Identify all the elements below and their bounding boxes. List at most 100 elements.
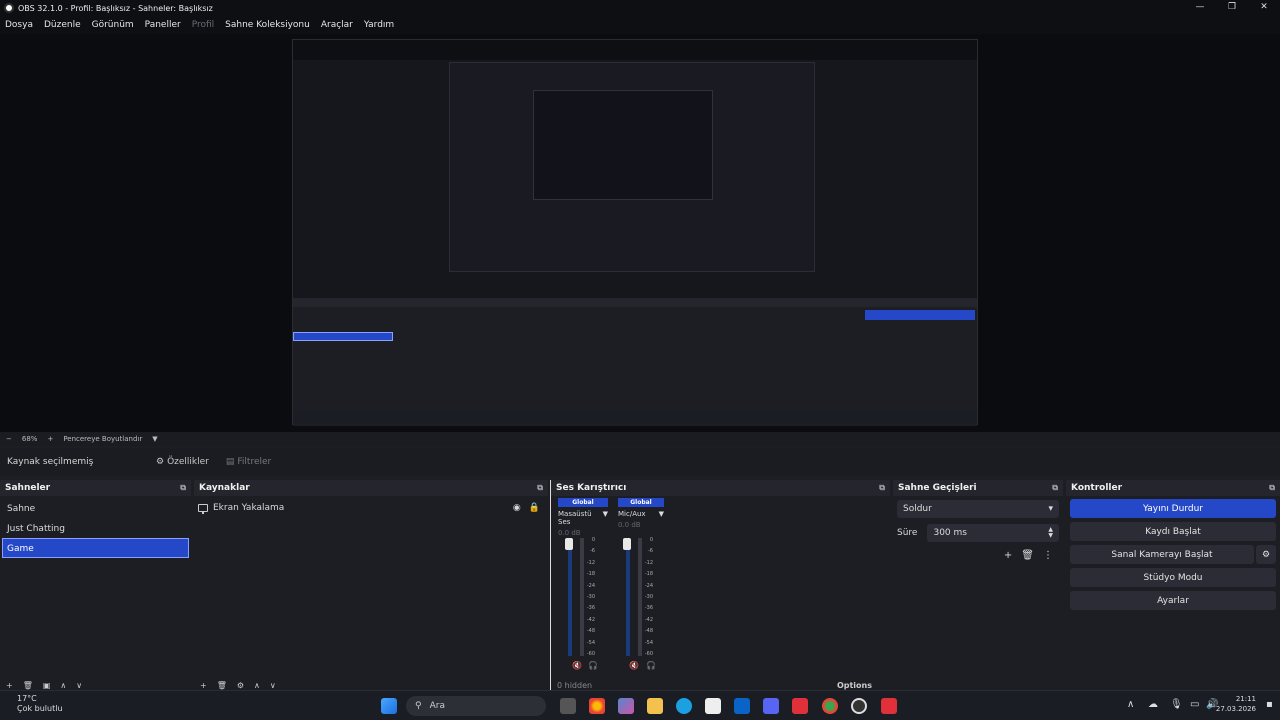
minimize-icon[interactable]: — [1184, 0, 1216, 16]
scene-item[interactable]: Just Chatting [2, 518, 189, 538]
duration-input[interactable]: 300 ms ▲ ▼ [927, 524, 1059, 542]
network-icon[interactable]: ☁ [1148, 699, 1158, 710]
properties-button[interactable]: ⚙ Özellikler [149, 452, 216, 472]
undock-icon[interactable]: ⧉ [879, 483, 885, 493]
menu-docks[interactable]: Paneller [145, 20, 181, 30]
undock-icon[interactable]: ⧉ [537, 483, 543, 493]
app-icon[interactable] [881, 698, 897, 714]
transition-select[interactable]: Soldur ▾ [897, 500, 1059, 518]
move-up-icon[interactable]: ∧ [254, 681, 260, 690]
scene-item-selected[interactable]: Game [2, 538, 189, 558]
start-virtual-camera-button[interactable]: Sanal Kamerayı Başlat [1070, 545, 1254, 564]
stop-streaming-button[interactable]: Yayını Durdur [1070, 499, 1276, 518]
undock-icon[interactable]: ⧉ [1052, 483, 1058, 493]
add-icon[interactable]: + [6, 681, 13, 690]
copilot-icon[interactable] [618, 698, 634, 714]
volume-slider[interactable] [565, 538, 573, 550]
notification-icon[interactable]: ▪ [1266, 699, 1273, 710]
menu-file[interactable]: Dosya [5, 20, 33, 30]
task-view-icon[interactable] [560, 698, 576, 714]
move-up-icon[interactable]: ∧ [60, 681, 66, 690]
filter-icon[interactable]: ▣ [43, 681, 51, 690]
display-icon[interactable]: ▭ [1190, 699, 1199, 710]
menu-bar: Dosya Düzenle Görünüm Paneller Profil Sa… [0, 16, 1280, 34]
headphones-icon[interactable]: 🎧 [588, 661, 598, 670]
folder-icon[interactable] [647, 698, 663, 714]
menu-help[interactable]: Yardım [364, 20, 394, 30]
add-icon[interactable]: + [1004, 550, 1012, 561]
sources-header: Kaynaklar ⧉ [194, 480, 548, 496]
start-recording-button[interactable]: Kaydı Başlat [1070, 522, 1276, 541]
audio-mixer-dock: Ses Karıştırıcı ⧉ Global Masaüstü Ses ▼ 0… [550, 480, 890, 690]
trash-icon[interactable]: 🗑 [217, 681, 227, 690]
gear-icon[interactable]: ⚙ [237, 681, 244, 690]
obs-logo-icon [4, 3, 14, 13]
chevron-down-icon[interactable]: ▼ [152, 435, 157, 443]
chevron-down-icon[interactable]: ▼ [603, 510, 608, 526]
filters-button[interactable]: ▤ Filtreler [219, 452, 278, 472]
trash-icon[interactable]: 🗑 [1021, 550, 1034, 561]
settings-button[interactable]: Ayarlar [1070, 591, 1276, 610]
zoom-in-button[interactable]: + [47, 435, 53, 443]
headphones-icon[interactable]: 🎧 [646, 661, 656, 670]
lock-icon[interactable]: 🔒 [529, 503, 540, 513]
chevron-down-icon[interactable]: ▼ [659, 510, 664, 518]
undock-icon[interactable]: ⧉ [1269, 483, 1275, 493]
controls-dock: Kontroller ⧉ Yayını Durdur Kaydı Başlat … [1066, 480, 1280, 690]
hidden-count: 0 hidden [557, 680, 593, 690]
microphone-icon[interactable]: 🎙 [1170, 699, 1183, 710]
volume-meter [568, 538, 572, 656]
volume-db: 0.0 dB [558, 529, 581, 537]
chevron-down-icon: ▾ [1048, 504, 1053, 514]
context-bar: Kaynak seçilmemiş ⚙ Özellikler ▤ Filtrel… [0, 448, 1280, 476]
options-button[interactable]: Options [837, 681, 872, 690]
move-down-icon[interactable]: ∨ [270, 681, 276, 690]
close-icon[interactable]: ✕ [1248, 0, 1280, 16]
menu-edit[interactable]: Düzenle [44, 20, 81, 30]
app-icon[interactable] [792, 698, 808, 714]
mute-icon[interactable]: 🔇 [629, 661, 639, 670]
weather-widget[interactable]: 17°C Çok bulutlu [17, 694, 63, 714]
eye-icon[interactable]: ◉ [513, 503, 521, 513]
store-icon[interactable] [705, 698, 721, 714]
sources-dock: Kaynaklar ⧉ Ekran Yakalama ◉ 🔒 + 🗑 ⚙ ∧ ∨ [194, 480, 548, 690]
global-badge: Global [558, 498, 608, 507]
scenes-header: Sahneler ⧉ [0, 480, 191, 496]
chevron-up-icon[interactable]: ∧ [1127, 699, 1134, 710]
zoom-out-button[interactable]: − [6, 435, 12, 443]
volume-slider[interactable] [623, 538, 631, 550]
mute-icon[interactable]: 🔇 [572, 661, 582, 670]
menu-profile[interactable]: Profil [192, 20, 214, 30]
move-down-icon[interactable]: ∨ [76, 681, 82, 690]
no-source-label: Kaynak seçilmemiş [7, 457, 94, 467]
menu-scene-collection[interactable]: Sahne Koleksiyonu [225, 20, 310, 30]
channel-name: Masaüstü Ses [558, 510, 592, 526]
menu-tools[interactable]: Araçlar [321, 20, 353, 30]
undock-icon[interactable]: ⧉ [180, 483, 186, 493]
edge-icon[interactable] [676, 698, 692, 714]
menu-view[interactable]: Görünüm [92, 20, 134, 30]
monitor-icon [198, 504, 208, 514]
resize-mode-select[interactable]: Pencereye Boyutlandır [63, 435, 142, 443]
chrome-icon[interactable] [822, 698, 838, 714]
source-item[interactable]: Ekran Yakalama ◉ 🔒 [194, 499, 548, 517]
trash-icon[interactable]: 🗑 [23, 681, 33, 690]
discord-icon[interactable] [763, 698, 779, 714]
gear-icon[interactable]: ⚙ [1256, 545, 1276, 564]
clock[interactable]: 21:11 27.03.2026 [1216, 694, 1256, 714]
volume-meter [580, 538, 584, 656]
more-vertical-icon[interactable]: ⋮ [1043, 550, 1053, 561]
maximize-icon[interactable]: ❐ [1216, 0, 1248, 16]
add-icon[interactable]: + [200, 681, 207, 690]
studio-mode-button[interactable]: Stüdyo Modu [1070, 568, 1276, 587]
mixer-channel: Global Mic/Aux ▼ 0.0 dB [618, 498, 664, 529]
window-titlebar: OBS 32.1.0 - Profil: Başlıksız - Sahnele… [0, 0, 1280, 16]
taskbar-search[interactable]: ⚲ Ara [406, 696, 546, 716]
chrome-icon[interactable] [589, 698, 605, 714]
mail-icon[interactable] [734, 698, 750, 714]
spinner-icon[interactable]: ▲ ▼ [1048, 527, 1053, 539]
volume-db: 0.0 dB [618, 521, 641, 529]
obs-icon[interactable] [851, 698, 867, 714]
windows-start-icon[interactable] [381, 698, 397, 714]
scene-item[interactable]: Sahne [2, 498, 189, 518]
